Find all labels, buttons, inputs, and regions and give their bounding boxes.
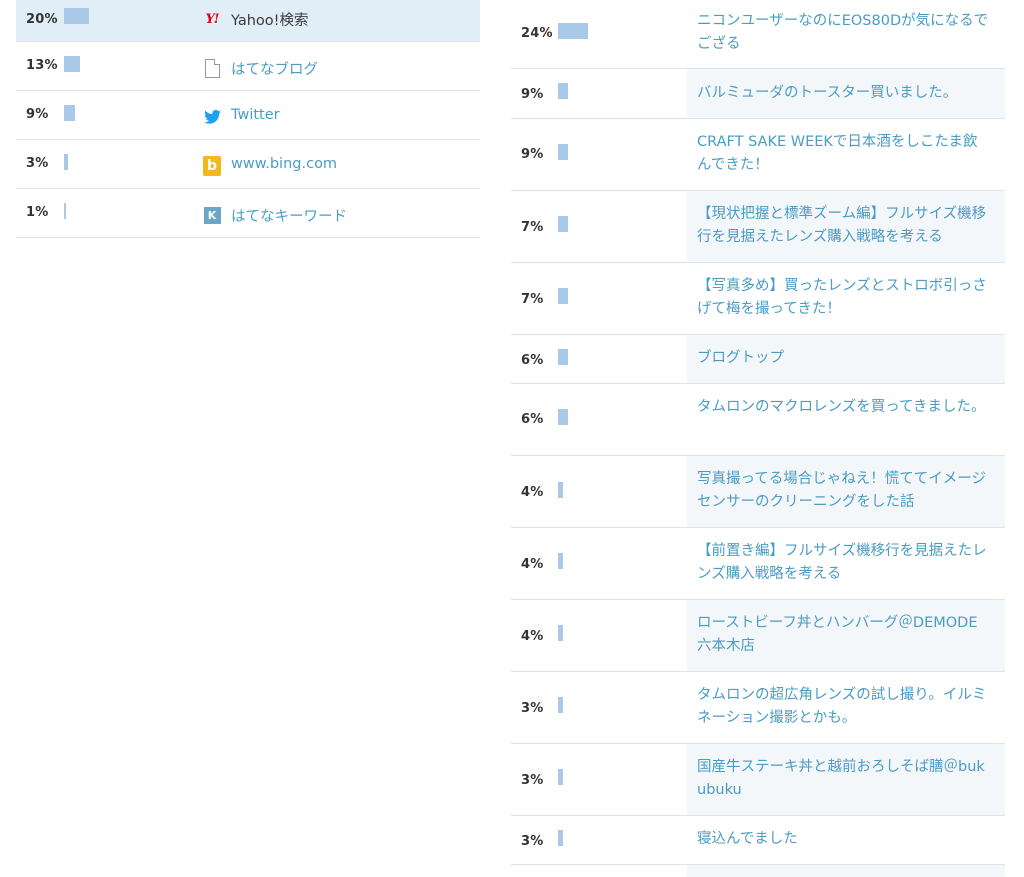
page-share-bar (558, 769, 563, 785)
page-share-bar (558, 697, 563, 713)
page-row: 9% CRAFT SAKE WEEKで日本酒をしこたま飲んできた！ (511, 119, 1005, 191)
page-share-bar (558, 482, 563, 498)
referrer-row: 20% Y! Yahoo!検索 (16, 0, 480, 42)
page-link[interactable]: ニコンユーザーなのにEOS80Dが気になるでござる (697, 10, 989, 56)
page-percent: 7% (521, 220, 544, 235)
page-percent: 3% (521, 773, 544, 788)
page-link[interactable]: 寝込んでました (697, 828, 989, 851)
page-row: 4% ローストビーフ丼とハンバーグ＠DEMODE 六本木店 (511, 600, 1005, 672)
referrer-row: 13% はてなブログ (16, 42, 480, 91)
referrer-link[interactable]: www.bing.com (231, 156, 337, 172)
referrer-share-bar (64, 8, 89, 24)
access-stats-page: 20% Y! Yahoo!検索 13% はてなブログ 9% Twitter 3%… (0, 0, 1024, 877)
page-share-bar (558, 83, 568, 99)
page-percent: 6% (521, 353, 544, 368)
page-link[interactable]: 【前置き編】フルサイズ機移行を見据えたレンズ購入戦略を考える (697, 540, 989, 586)
hatena-keyword-icon: K (203, 206, 221, 224)
yahoo-icon: Y! (205, 11, 220, 27)
referrer-percent: 9% (26, 107, 49, 122)
page-percent: 24% (521, 26, 553, 41)
page-link[interactable]: ブログトップ (697, 347, 989, 370)
page-link[interactable]: タムロンのマクロレンズを買ってきました。 (697, 396, 989, 419)
page-link[interactable]: ローストビーフ丼とハンバーグ＠DEMODE 六本木店 (697, 612, 989, 658)
page-link[interactable]: CRAFT SAKE WEEKで日本酒をしこたま飲んできた！ (697, 131, 989, 177)
page-link[interactable]: タムロンの超広角レンズの試し撮り。イルミネーション撮影とかも。 (697, 684, 989, 730)
referrer-link[interactable]: Yahoo!検索 (231, 9, 309, 30)
page-percent: 9% (521, 87, 544, 102)
page-row: 4% 写真撮ってる場合じゃねえ！慌ててイメージセンサーのクリーニングをした話 (511, 456, 1005, 528)
page-percent: 3% (521, 701, 544, 716)
page-percent: 4% (521, 485, 544, 500)
page-percent: 3% (521, 834, 544, 849)
page-row: 3% 国産牛ステーキ丼と越前おろしそば膳＠bukubuku (511, 744, 1005, 816)
page-row: 6% タムロンのマクロレンズを買ってきました。 (511, 384, 1005, 456)
page-link[interactable]: 国産牛ステーキ丼と越前おろしそば膳＠bukubuku (697, 756, 989, 802)
page-share-bar (558, 409, 568, 425)
referrer-table: 20% Y! Yahoo!検索 13% はてなブログ 9% Twitter 3%… (16, 0, 480, 238)
page-share-bar (558, 349, 568, 365)
referrer-row: 1% K はてなキーワード (16, 189, 480, 238)
page-link[interactable]: 【写真多め】買ったレンズとストロボ引っさげて梅を撮ってきた！ (697, 275, 989, 321)
referrer-percent: 3% (26, 156, 49, 171)
page-link[interactable]: バルミューダのトースター買いました。 (697, 82, 989, 105)
referrer-row: 9% Twitter (16, 91, 480, 140)
page-row-partial (511, 865, 1005, 877)
page-percent: 9% (521, 147, 544, 162)
referrer-link[interactable]: はてなキーワード (231, 205, 347, 226)
page-row: 7% 【写真多め】買ったレンズとストロボ引っさげて梅を撮ってきた！ (511, 263, 1005, 335)
referrer-percent: 20% (26, 12, 58, 27)
page-link[interactable]: 写真撮ってる場合じゃねえ！慌ててイメージセンサーのクリーニングをした話 (697, 468, 989, 514)
page-share-bar (558, 288, 568, 304)
page-row: 3% タムロンの超広角レンズの試し撮り。イルミネーション撮影とかも。 (511, 672, 1005, 744)
referrer-percent: 1% (26, 205, 49, 220)
page-row: 6% ブログトップ (511, 335, 1005, 384)
bing-icon: b (203, 156, 221, 176)
page-share-bar (558, 216, 568, 232)
referrer-share-bar (64, 203, 66, 219)
page-percent: 6% (521, 412, 544, 427)
page-share-bar (558, 625, 563, 641)
page-row: 24% ニコンユーザーなのにEOS80Dが気になるでござる (511, 0, 1005, 69)
referrer-link[interactable]: はてなブログ (231, 58, 318, 79)
page-ranking-table: 24% ニコンユーザーなのにEOS80Dが気になるでござる 9% バルミューダの… (511, 0, 1005, 877)
page-percent: 4% (521, 557, 544, 572)
twitter-bird-icon (203, 108, 221, 126)
referrer-share-bar (64, 105, 75, 121)
page-share-bar (558, 830, 563, 846)
referrer-row: 3% b www.bing.com (16, 140, 480, 189)
referrer-percent: 13% (26, 58, 58, 73)
referrer-share-bar (64, 154, 68, 170)
document-icon (203, 58, 221, 78)
page-link[interactable]: 【現状把握と標準ズーム編】フルサイズ機移行を見据えたレンズ購入戦略を考える (697, 203, 989, 249)
page-row: 9% バルミューダのトースター買いました。 (511, 69, 1005, 119)
page-share-bar (558, 553, 563, 569)
page-percent: 7% (521, 292, 544, 307)
page-share-bar (558, 144, 568, 160)
referrer-link[interactable]: Twitter (231, 107, 280, 123)
referrer-share-bar (64, 56, 80, 72)
page-percent: 4% (521, 629, 544, 644)
page-row: 4% 【前置き編】フルサイズ機移行を見据えたレンズ購入戦略を考える (511, 528, 1005, 600)
page-row: 7% 【現状把握と標準ズーム編】フルサイズ機移行を見据えたレンズ購入戦略を考える (511, 191, 1005, 263)
page-share-bar (558, 23, 588, 39)
page-row: 3% 寝込んでました (511, 816, 1005, 865)
